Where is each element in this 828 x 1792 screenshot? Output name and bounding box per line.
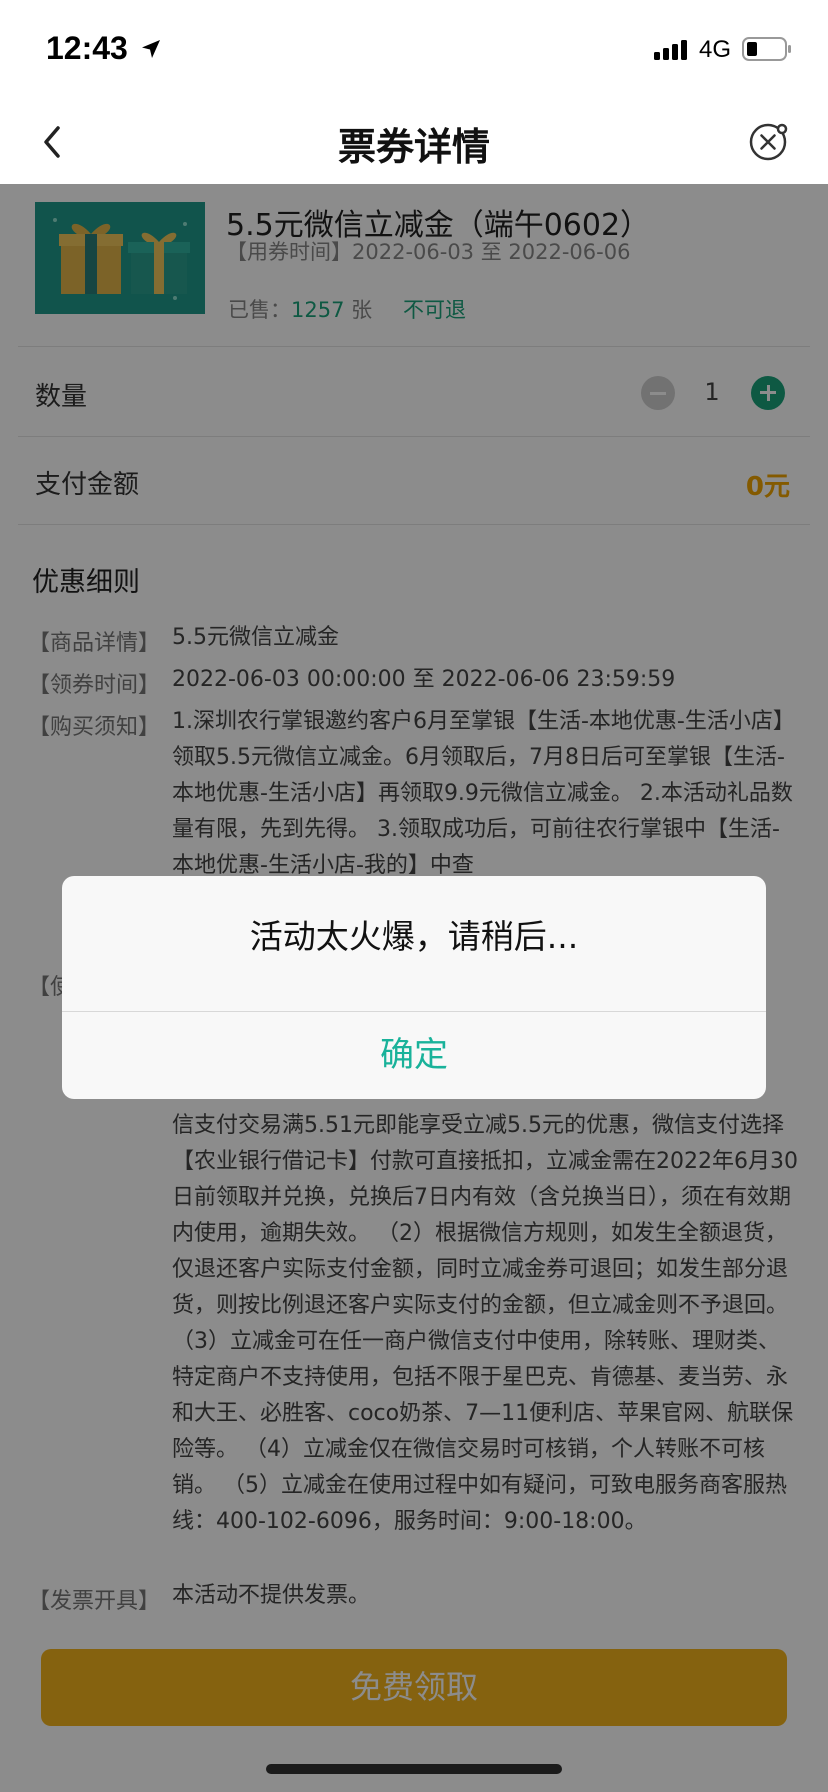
battery-icon xyxy=(742,37,791,61)
confirm-button[interactable]: 确定 xyxy=(62,1012,766,1099)
nav-bar: 票券详情 xyxy=(0,100,828,184)
location-arrow-icon xyxy=(142,40,160,58)
alert-dialog: 活动太火爆，请稍后... 确定 xyxy=(62,876,766,1099)
close-mini-program-icon[interactable] xyxy=(746,120,790,164)
network-type: 4G xyxy=(699,36,732,63)
status-time: 12:43 xyxy=(46,30,128,66)
alert-message: 活动太火爆，请稍后... xyxy=(249,917,579,956)
page-title: 票券详情 xyxy=(337,125,490,169)
status-bar: 12:43 4G xyxy=(0,0,828,100)
signal-icon xyxy=(654,40,687,60)
home-indicator[interactable] xyxy=(266,1764,562,1774)
